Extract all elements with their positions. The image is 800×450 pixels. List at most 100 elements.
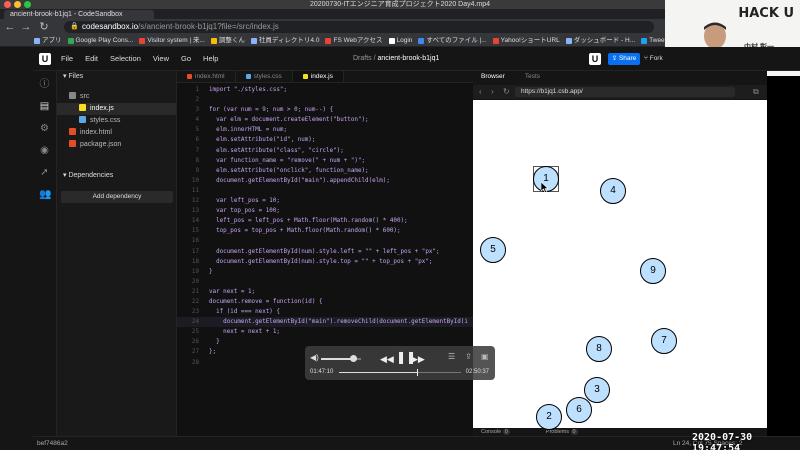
code-line: 15 top_pos = top_pos + Math.floor(Math.r…: [177, 226, 473, 236]
circle-button[interactable]: 5: [480, 237, 506, 263]
menu-item-go[interactable]: Go: [181, 47, 191, 71]
event-logo: HACK U: [738, 6, 794, 21]
bookmark-label: 調整くん: [218, 36, 245, 44]
code-line: 14 left_pos = left_pos + Math.floor(Math…: [177, 216, 473, 226]
share-button[interactable]: ⇪ Share: [608, 53, 640, 65]
code-text: elm.setAttribute("onclick", function_nam…: [209, 167, 369, 174]
left-edge: [0, 47, 33, 450]
code-line: 17 document.getElementById(num).style.le…: [177, 247, 473, 257]
fast-forward-icon[interactable]: ▶▶: [411, 351, 425, 367]
code-area[interactable]: 1 import "./styles.css"; 2 3 for (var num = …: [177, 85, 473, 368]
browser-tab[interactable]: ancient-brook-b1jq1 - CodeSandbox: [4, 10, 154, 19]
code-line: 5 elm.innerHTML = num;: [177, 125, 473, 135]
sandbox-name[interactable]: ancient-brook-b1jq1: [378, 55, 440, 62]
reload-icon[interactable]: ↻: [38, 21, 50, 33]
bookmark-favicon-icon: [418, 37, 425, 44]
seek-handle[interactable]: [417, 369, 419, 376]
circle-button[interactable]: 6: [566, 397, 592, 423]
bookmark-item[interactable]: FS Webアクセス: [325, 35, 383, 46]
circle-button[interactable]: 2: [536, 404, 562, 430]
line-number: 24: [191, 319, 199, 326]
bookmark-item[interactable]: Google Play Cons...: [67, 35, 133, 46]
files-icon[interactable]: ▤: [39, 101, 50, 112]
preview-url-input[interactable]: https://b1jq1.csb.app/: [515, 87, 735, 97]
preview-back-icon[interactable]: ‹: [479, 87, 482, 97]
editor-tab[interactable]: index.html: [177, 71, 236, 82]
editor-tab-label: index.html: [195, 72, 225, 80]
codesandbox-logo[interactable]: U: [39, 53, 51, 65]
breadcrumb: Drafts / ancient-brook-b1jq1: [353, 47, 439, 71]
bookmark-item[interactable]: ダッシュボード - H...: [565, 35, 636, 46]
settings-gear-icon[interactable]: ⚙: [39, 123, 50, 134]
address-bar[interactable]: 🔒 codesandbox.io/s/ancient-brook-b1jq1?f…: [64, 21, 654, 33]
bookmark-favicon-icon: [250, 37, 257, 44]
menu-item-file[interactable]: File: [61, 47, 73, 71]
breadcrumb-drafts[interactable]: Drafts /: [353, 55, 376, 62]
file-tree-item[interactable]: index.js: [57, 103, 176, 115]
list-icon[interactable]: ☰: [448, 352, 455, 361]
bookmark-item[interactable]: すべてのファイル |...: [418, 35, 487, 46]
bookmark-item[interactable]: 社員ディレクトリ4.0: [250, 35, 319, 46]
file-type-icon: [302, 74, 308, 79]
volume-icon[interactable]: ◀): [310, 353, 319, 362]
github-icon[interactable]: ◉: [39, 145, 50, 156]
files-header[interactable]: ▾ Files: [57, 71, 176, 83]
file-tree-item[interactable]: src: [57, 91, 176, 103]
add-dependency-button[interactable]: Add dependency: [61, 191, 173, 203]
line-number: 6: [195, 137, 199, 144]
folder-icon: [69, 92, 76, 99]
code-text: }: [209, 268, 213, 275]
bookmark-item[interactable]: 調整くん: [210, 35, 245, 46]
menu-item-view[interactable]: View: [153, 47, 169, 71]
line-number: 10: [191, 177, 199, 184]
menu-item-help[interactable]: Help: [203, 47, 218, 71]
fork-button[interactable]: ⑂ Fork: [644, 53, 663, 65]
circle-button[interactable]: 7: [651, 328, 677, 354]
line-number: 5: [195, 127, 199, 134]
menu-item-selection[interactable]: Selection: [110, 47, 141, 71]
volume-slider[interactable]: [321, 355, 361, 362]
bookmark-label: Yahoo!ショートURL: [500, 36, 560, 44]
tab-browser[interactable]: Browser: [481, 71, 505, 83]
editor-tab[interactable]: index.js: [292, 71, 344, 82]
menu-item-edit[interactable]: Edit: [85, 47, 98, 71]
preview-forward-icon[interactable]: ›: [491, 87, 494, 97]
rewind-icon[interactable]: ◀◀: [380, 351, 394, 367]
file-tree-item[interactable]: styles.css: [57, 115, 176, 127]
share-icon[interactable]: ⇪: [465, 352, 472, 361]
info-icon[interactable]: ⓘ: [39, 79, 50, 90]
line-number: 26: [191, 339, 199, 346]
forward-arrow-icon[interactable]: →: [20, 21, 32, 33]
circle-button[interactable]: 9: [640, 258, 666, 284]
account-logo[interactable]: U: [589, 53, 601, 65]
line-number: 27: [191, 349, 199, 356]
fork-label: Fork: [649, 55, 663, 62]
editor-tab[interactable]: styles.css: [236, 71, 293, 82]
file-tree-item[interactable]: index.html: [57, 127, 176, 139]
deploy-rocket-icon[interactable]: ➚: [39, 167, 50, 178]
bookmark-item[interactable]: Visitor system | 来...: [139, 35, 205, 46]
preview-reload-icon[interactable]: ↻: [503, 87, 510, 97]
bookmark-item[interactable]: Login: [388, 35, 412, 46]
bookmark-item[interactable]: Yahoo!ショートURL: [492, 35, 560, 46]
picture-in-picture-icon[interactable]: ▣: [481, 352, 489, 361]
open-new-window-icon[interactable]: ⧉: [753, 87, 759, 97]
file-tree-item[interactable]: package.json: [57, 139, 176, 151]
circle-button[interactable]: 4: [600, 178, 626, 204]
live-users-icon[interactable]: 👥: [39, 189, 51, 200]
tab-tests[interactable]: Tests: [525, 71, 540, 83]
volume-knob[interactable]: [350, 355, 357, 362]
bookmark-item[interactable]: アプリ: [34, 35, 62, 46]
console-count: 0: [502, 429, 510, 435]
code-text: elm.setAttribute("class", "circle");: [209, 147, 344, 154]
dependencies-header[interactable]: ▾ Dependencies: [57, 170, 113, 182]
back-arrow-icon[interactable]: ←: [4, 21, 16, 33]
seek-bar[interactable]: [339, 369, 461, 376]
circle-button[interactable]: 3: [584, 377, 610, 403]
bookmark-label: ダッシュボード - H...: [573, 36, 636, 44]
code-line: 7 elm.setAttribute("class", "circle");: [177, 146, 473, 156]
console-tab[interactable]: Console 0: [481, 428, 510, 436]
code-line: 21 var next = 1;: [177, 287, 473, 297]
code-text: elm.setAttribute("id", num);: [209, 137, 316, 144]
circle-button[interactable]: 8: [586, 336, 612, 362]
